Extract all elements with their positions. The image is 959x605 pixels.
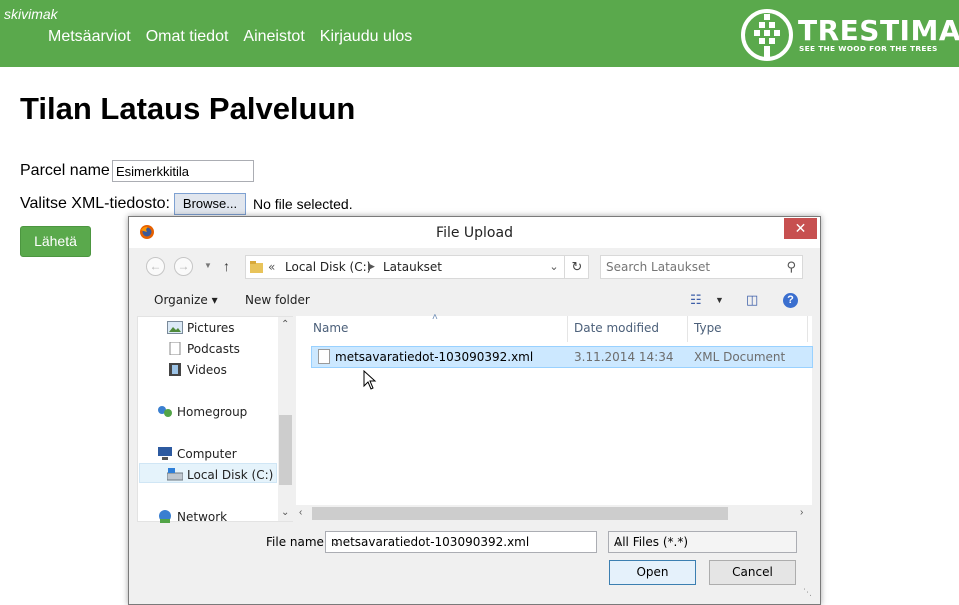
videos-icon (169, 363, 181, 376)
pictures-icon (167, 321, 183, 334)
resize-grip-icon[interactable]: ⋱ (803, 587, 815, 599)
file-type-select[interactable]: All Files (*.*) ⌄ (608, 531, 797, 553)
nav-item-homegroup[interactable]: Homegroup (157, 405, 247, 419)
dialog-titlebar[interactable]: File Upload ✕ (129, 217, 820, 248)
no-file-text: No file selected. (253, 196, 353, 212)
submit-button[interactable]: Lähetä (20, 226, 91, 257)
file-list-scroll-thumb[interactable] (312, 507, 728, 520)
scroll-right-icon[interactable]: › (800, 507, 803, 518)
forward-arrow-icon[interactable]: → (174, 257, 193, 276)
file-type: XML Document (694, 350, 786, 364)
nav-item-local-disk[interactable]: Local Disk (C:) (167, 468, 273, 482)
trestima-logo[interactable]: TRESTIMA SEE THE WOOD FOR THE TREES (740, 8, 959, 62)
page-title: Tilan Lataus Palveluun (20, 91, 356, 126)
chevron-down-icon[interactable]: ⌄ (331, 535, 593, 549)
up-arrow-icon[interactable]: ↑ (223, 258, 230, 274)
nav-aineistot[interactable]: Aineistot (243, 28, 304, 46)
computer-icon (158, 447, 172, 460)
scroll-down-icon[interactable]: ⌄ (281, 507, 289, 518)
file-row[interactable]: metsavaratiedot-103090392.xml 3.11.2014 … (311, 346, 813, 368)
address-bar[interactable]: « Local Disk (C:) ▶ Lataukset ⌄ ↻ (245, 255, 589, 279)
mouse-cursor-icon (363, 370, 377, 390)
homegroup-icon (158, 406, 172, 417)
sort-ascending-icon: ˄ (432, 312, 438, 323)
back-arrow-icon[interactable]: ← (146, 257, 165, 276)
dialog-title: File Upload (436, 225, 513, 241)
help-icon[interactable]: ? (783, 293, 798, 308)
column-separator[interactable] (687, 316, 688, 342)
xml-file-icon (318, 349, 330, 364)
tree-logo-icon (741, 9, 793, 61)
nav-kirjaudu-ulos[interactable]: Kirjaudu ulos (320, 28, 413, 46)
column-type[interactable]: Type (694, 321, 722, 335)
view-options-icon[interactable]: ☷ (690, 292, 702, 308)
nav-label-local-disk: Local Disk (C:) (187, 468, 274, 482)
nav-label-network: Network (177, 510, 228, 524)
podcasts-icon (169, 342, 181, 355)
parcel-name-input[interactable] (112, 160, 254, 182)
file-name-label: File name: (266, 535, 328, 549)
file-upload-dialog: File Upload ✕ ← → ▼ ↑ « Local Disk (C:) … (128, 216, 821, 605)
file-name: metsavaratiedot-103090392.xml (335, 350, 534, 364)
nav-label-videos: Videos (187, 363, 227, 377)
nav-label-podcasts: Podcasts (187, 342, 240, 356)
refresh-icon[interactable]: ↻ (564, 256, 589, 278)
nav-item-computer[interactable]: Computer (157, 447, 237, 461)
address-row: ← → ▼ ↑ « Local Disk (C:) ▶ Lataukset ⌄ … (137, 253, 812, 279)
open-button[interactable]: Open (609, 560, 696, 585)
column-date-modified[interactable]: Date modified (574, 321, 659, 335)
breadcrumb-lataukset[interactable]: Lataukset (383, 260, 442, 274)
nav-label-pictures: Pictures (187, 321, 235, 335)
column-separator[interactable] (807, 316, 808, 342)
file-name-input[interactable]: metsavaratiedot-103090392.xml ⌄ (325, 531, 597, 553)
nav-item-pictures[interactable]: Pictures (167, 321, 235, 335)
folder-icon (250, 261, 263, 273)
file-list-pane: ˄ Name Date modified Type metsavaratiedo… (296, 312, 813, 522)
main-nav: Metsäarviot Omat tiedot Aineistot Kirjau… (48, 28, 412, 46)
username: skivimak (4, 6, 58, 22)
xml-file-label: Valitse XML-tiedosto: (20, 195, 170, 212)
top-bar: skivimak Metsäarviot Omat tiedot Aineist… (0, 0, 959, 67)
parcel-name-label: Parcel name (20, 162, 110, 179)
preview-pane-icon[interactable]: ◫ (746, 292, 758, 308)
breadcrumb-separator-icon[interactable]: ▶ (368, 262, 375, 272)
nav-label-computer: Computer (177, 447, 237, 461)
nav-metsaarviot[interactable]: Metsäarviot (48, 28, 131, 46)
cancel-button[interactable]: Cancel (709, 560, 796, 585)
network-icon (159, 510, 171, 523)
chevron-down-icon[interactable]: ⌄ (614, 535, 793, 549)
address-dropdown-icon[interactable]: ⌄ (545, 256, 563, 278)
nav-omat-tiedot[interactable]: Omat tiedot (146, 28, 229, 46)
search-box[interactable]: ⚲ (600, 255, 803, 279)
column-name[interactable]: Name (313, 321, 348, 335)
nav-item-network[interactable]: Network (157, 510, 227, 524)
navigation-pane: Pictures Podcasts Videos Homegroup Compu… (137, 316, 293, 524)
file-list-hscrollbar[interactable]: ‹ › (296, 505, 812, 522)
dialog-toolbar: Organize ▾ New folder ☷ ▼ ◫ ? (137, 288, 812, 312)
breadcrumb-local-disk[interactable]: Local Disk (C:) (285, 260, 371, 274)
view-dropdown-icon[interactable]: ▼ (715, 295, 724, 305)
nav-item-videos[interactable]: Videos (167, 363, 227, 377)
new-folder-button[interactable]: New folder (245, 293, 310, 307)
column-separator[interactable] (567, 316, 568, 342)
nav-label-homegroup: Homegroup (177, 405, 248, 419)
recent-locations-icon[interactable]: ▼ (204, 261, 212, 270)
scroll-left-icon[interactable]: ‹ (299, 507, 302, 518)
drive-icon (167, 468, 183, 481)
nav-item-podcasts[interactable]: Podcasts (167, 342, 240, 356)
breadcrumb-overflow[interactable]: « (268, 260, 275, 274)
scroll-up-icon[interactable]: ⌃ (281, 319, 289, 330)
logo-brand: TRESTIMA (798, 14, 959, 47)
organize-button[interactable]: Organize ▾ (154, 293, 218, 307)
file-date: 3.11.2014 14:34 (574, 350, 674, 364)
nav-scrollbar[interactable]: ⌃ ⌄ (278, 317, 293, 521)
nav-scroll-thumb[interactable] (279, 415, 292, 485)
search-input[interactable] (606, 259, 774, 275)
close-icon[interactable]: ✕ (784, 218, 817, 239)
browse-button[interactable]: Browse... (174, 193, 246, 215)
logo-tagline: SEE THE WOOD FOR THE TREES (799, 44, 938, 53)
search-icon[interactable]: ⚲ (786, 259, 796, 275)
